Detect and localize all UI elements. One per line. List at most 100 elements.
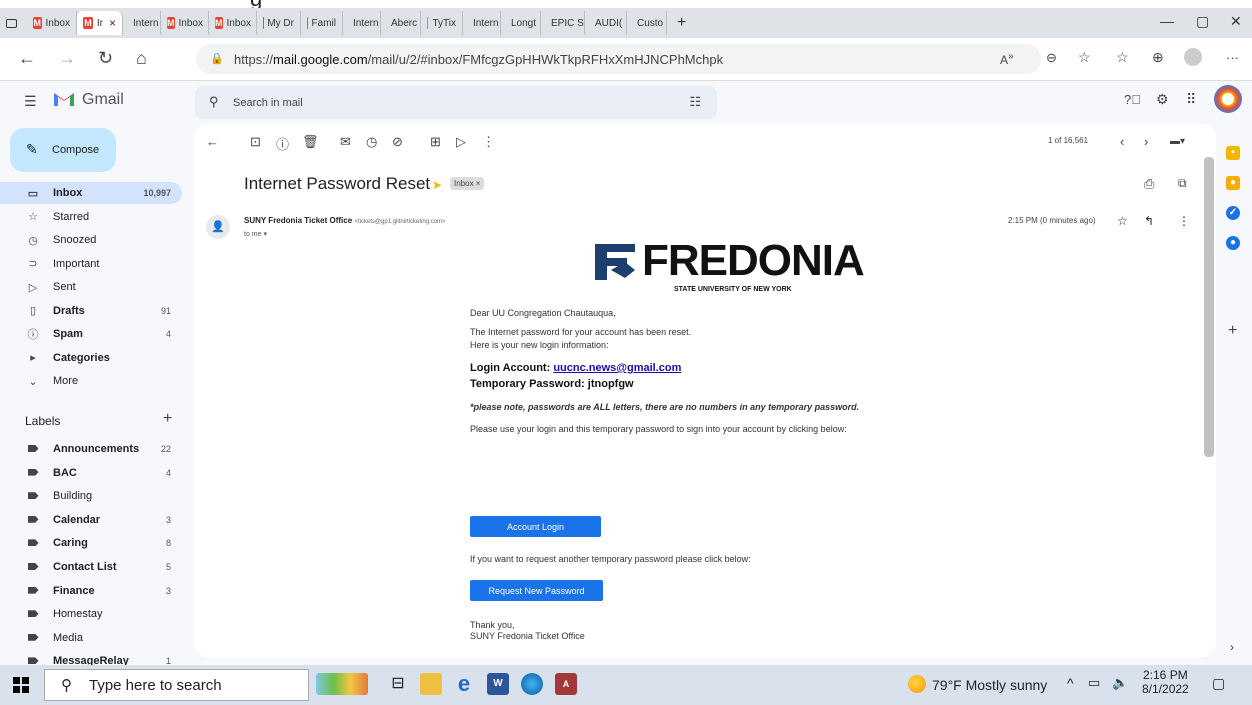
open-new-window-icon[interactable]: ⧉ [1178, 176, 1187, 191]
account-avatar[interactable] [1214, 85, 1242, 113]
vertical-scrollbar[interactable] [1204, 157, 1214, 457]
internet-explorer-icon[interactable]: e [453, 673, 475, 695]
home-button[interactable]: ⌂ [136, 48, 147, 69]
tab-5[interactable]: My Dr [257, 11, 301, 35]
search-input[interactable]: Search in mail [233, 97, 303, 109]
tab-1[interactable]: M Ir × [77, 11, 123, 35]
back-button[interactable]: ← [18, 48, 36, 69]
tray-chevron-up-icon[interactable]: ^ [1067, 675, 1074, 691]
print-icon[interactable]: ⎙ [1144, 176, 1154, 192]
tab-3[interactable]: M Inbox [161, 11, 209, 35]
label-item-contact-list[interactable]: Contact List 5 [0, 556, 182, 578]
collections-icon[interactable]: ⊕ [1152, 49, 1164, 66]
label-item-bac[interactable]: BAC 4 [0, 462, 182, 484]
access-icon[interactable]: A [555, 673, 577, 695]
input-tools-icon[interactable]: ▬▾ [1170, 136, 1185, 147]
tab-14[interactable]: Custo [627, 11, 667, 35]
weather-sun-icon[interactable] [908, 675, 926, 693]
maximize-button[interactable]: ▢ [1196, 13, 1209, 30]
more-options-icon[interactable]: ⋮ [1178, 214, 1190, 228]
recipients-dropdown[interactable]: to me ▾ [244, 230, 267, 238]
profile-avatar[interactable] [1184, 48, 1202, 66]
new-tab-button[interactable]: + [671, 11, 692, 35]
report-spam-icon[interactable]: ⓘ [276, 134, 289, 153]
label-item-media[interactable]: Media [0, 627, 182, 649]
more-vert-icon[interactable]: ⋮ [482, 134, 495, 150]
tab-6[interactable]: Famil [301, 11, 343, 35]
older-icon[interactable]: › [1144, 134, 1148, 149]
taskbar-search-input[interactable]: Type here to search [89, 677, 222, 694]
forward-button[interactable]: → [58, 48, 76, 69]
sidebar-item-inbox[interactable]: ▭ Inbox 10,997 [0, 182, 182, 204]
sidebar-item-more[interactable]: ⌄ More [0, 370, 182, 392]
word-icon[interactable]: W [487, 673, 509, 695]
star-icon[interactable]: ☆ [1117, 214, 1128, 228]
more-menu-icon[interactable]: ··· [1226, 50, 1239, 65]
label-item-caring[interactable]: Caring 8 [0, 532, 182, 554]
request-new-password-button[interactable]: Request New Password [470, 580, 603, 601]
inbox-label-chip[interactable]: Inbox × [450, 177, 485, 190]
network-icon[interactable]: ▭ [1088, 675, 1100, 691]
favorite-icon[interactable]: ☆ [1078, 49, 1091, 66]
sidebar-item-important[interactable]: ⊃ Important [0, 253, 182, 275]
refresh-button[interactable]: ↻ [98, 48, 113, 69]
task-view-icon[interactable]: ⊟ [387, 673, 409, 695]
label-item-calendar[interactable]: Calendar 3 [0, 509, 182, 531]
taskbar-search[interactable]: ⚲ Type here to search [44, 669, 309, 701]
add-label-icon[interactable]: + [163, 410, 172, 428]
label-item-homestay[interactable]: Homestay [0, 603, 182, 625]
close-window-button[interactable]: ✕ [1230, 13, 1242, 30]
zoom-icon[interactable]: ⊖ [1046, 50, 1057, 66]
label-icon[interactable]: ▷ [456, 134, 466, 150]
tab-13[interactable]: AUDI( [585, 11, 627, 35]
tab-11[interactable]: Longt [501, 11, 541, 35]
expand-panel-icon[interactable]: › [1230, 640, 1234, 654]
minimize-button[interactable]: — [1160, 13, 1174, 29]
url-field[interactable]: 🔒 https://mail.google.com/mail/u/2/#inbo… [196, 44, 1041, 74]
sidebar-item-sent[interactable]: ▷ Sent [0, 276, 182, 298]
sidebar-item-snoozed[interactable]: ◷ Snoozed [0, 229, 182, 251]
clock[interactable]: 2:16 PM 8/1/2022 [1142, 668, 1189, 696]
label-item-announcements[interactable]: Announcements 22 [0, 438, 182, 460]
settings-gear-icon[interactable]: ⚙ [1156, 91, 1169, 108]
volume-icon[interactable]: 🔈 [1112, 675, 1128, 691]
apps-grid-icon[interactable]: ⠿ [1186, 91, 1196, 108]
contacts-app-icon[interactable]: ● [1226, 236, 1240, 250]
snooze-icon[interactable]: ◷ [366, 134, 377, 150]
windows-start-icon[interactable] [13, 677, 29, 693]
search-bar[interactable]: ⚲ Search in mail ☷ [195, 86, 717, 119]
tasks-app-icon[interactable]: ✓ [1226, 206, 1240, 220]
mark-unread-icon[interactable]: ✉ [340, 134, 351, 150]
notifications-icon[interactable]: ▢ [1212, 675, 1225, 692]
delete-icon[interactable]: 🗑 [302, 134, 319, 150]
tab-7[interactable]: Intern [343, 11, 381, 35]
reply-icon[interactable]: ↰ [1144, 214, 1154, 228]
sender-avatar[interactable]: 👤 [206, 215, 230, 239]
get-addons-icon[interactable]: + [1228, 322, 1237, 340]
compose-button[interactable]: ✎ Compose [10, 128, 116, 172]
move-to-icon[interactable]: ⊞ [430, 134, 441, 150]
tab-10[interactable]: Intern [463, 11, 501, 35]
sidebar-item-spam[interactable]: ⓘ Spam 4 [0, 323, 182, 345]
tab-12[interactable]: EPIC S [541, 11, 585, 35]
tab-9[interactable]: TyTix [421, 11, 463, 35]
search-options-icon[interactable]: ☷ [689, 94, 701, 110]
favorites-list-icon[interactable]: ☆ [1116, 49, 1129, 66]
back-arrow-icon[interactable]: ← [206, 134, 219, 149]
calendar-app-icon[interactable]: ▪ [1226, 146, 1240, 160]
tab-8[interactable]: Aberc [381, 11, 421, 35]
label-item-finance[interactable]: Finance 3 [0, 580, 182, 602]
main-menu-icon[interactable]: ☰ [24, 93, 37, 110]
tab-0[interactable]: M Inbox [27, 11, 77, 35]
add-task-icon[interactable]: ⊘ [392, 134, 403, 150]
edge-icon[interactable] [521, 673, 543, 695]
login-account-link[interactable]: uucnc.news@gmail.com [553, 362, 681, 374]
file-explorer-icon[interactable] [420, 673, 442, 695]
account-login-button[interactable]: Account Login [470, 516, 601, 537]
newer-icon[interactable]: ‹ [1120, 134, 1124, 149]
help-icon[interactable]: ?⃝ [1124, 92, 1141, 107]
tab-2[interactable]: Intern [123, 11, 161, 35]
keep-app-icon[interactable]: ● [1226, 176, 1240, 190]
read-aloud-icon[interactable]: A» [1000, 51, 1014, 67]
label-item-building[interactable]: Building [0, 485, 182, 507]
